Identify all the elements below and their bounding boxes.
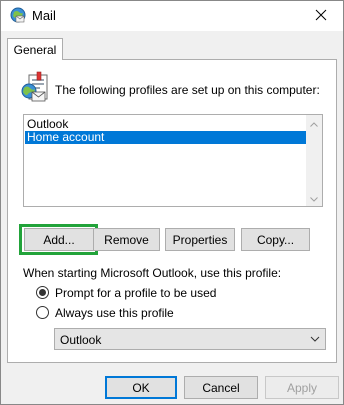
- close-button[interactable]: [299, 1, 343, 31]
- add-button-label: Add...: [43, 232, 75, 247]
- always-use-profile-label[interactable]: Always use this profile: [55, 306, 174, 320]
- always-use-profile-radio[interactable]: [36, 306, 49, 319]
- window-title: Mail: [32, 8, 56, 23]
- tab-general[interactable]: General: [7, 38, 63, 60]
- copy-button-label: Copy...: [256, 232, 295, 247]
- profile-label: Outlook: [27, 117, 69, 131]
- tab-general-label: General: [13, 42, 57, 57]
- properties-button-label: Properties: [172, 232, 228, 247]
- cancel-button-label: Cancel: [202, 380, 240, 395]
- scroll-down-button[interactable]: [306, 190, 322, 206]
- remove-button[interactable]: Remove: [93, 228, 160, 251]
- profile-select[interactable]: Outlook: [54, 328, 326, 350]
- chevron-down-icon: [310, 191, 318, 205]
- apply-button[interactable]: Apply: [265, 376, 339, 399]
- general-panel: The following profiles are set up on thi…: [7, 59, 337, 363]
- title-bar: Mail: [1, 1, 343, 31]
- profiles-listbox[interactable]: Outlook Home account: [23, 114, 323, 207]
- radio-selected-dot: [39, 289, 46, 296]
- mail-globe-icon: [10, 7, 26, 23]
- profile-list-item-selected[interactable]: Home account: [25, 131, 307, 144]
- properties-button[interactable]: Properties: [165, 228, 235, 251]
- ok-button-label: OK: [132, 380, 150, 395]
- copy-button[interactable]: Copy...: [241, 228, 310, 251]
- profile-label: Home account: [27, 130, 105, 144]
- scroll-up-button[interactable]: [306, 115, 322, 131]
- chevron-down-icon: [309, 333, 321, 345]
- apply-button-label: Apply: [286, 380, 318, 395]
- close-icon: [315, 9, 327, 24]
- prompt-profile-radio[interactable]: [36, 286, 49, 299]
- profile-select-value: Outlook: [60, 333, 102, 347]
- profiles-heading: The following profiles are set up on thi…: [55, 83, 320, 97]
- remove-button-label: Remove: [104, 232, 149, 247]
- ok-button[interactable]: OK: [105, 376, 177, 399]
- startup-profile-label: When starting Microsoft Outlook, use thi…: [23, 266, 282, 280]
- prompt-profile-label[interactable]: Prompt for a profile to be used: [55, 286, 216, 300]
- add-button[interactable]: Add...: [24, 228, 94, 251]
- mail-profiles-icon: [20, 71, 52, 105]
- mail-dialog: Mail General The following profiles are …: [0, 0, 344, 405]
- cancel-button[interactable]: Cancel: [184, 376, 258, 399]
- chevron-up-icon: [310, 116, 318, 130]
- profiles-scrollbar[interactable]: [306, 115, 322, 206]
